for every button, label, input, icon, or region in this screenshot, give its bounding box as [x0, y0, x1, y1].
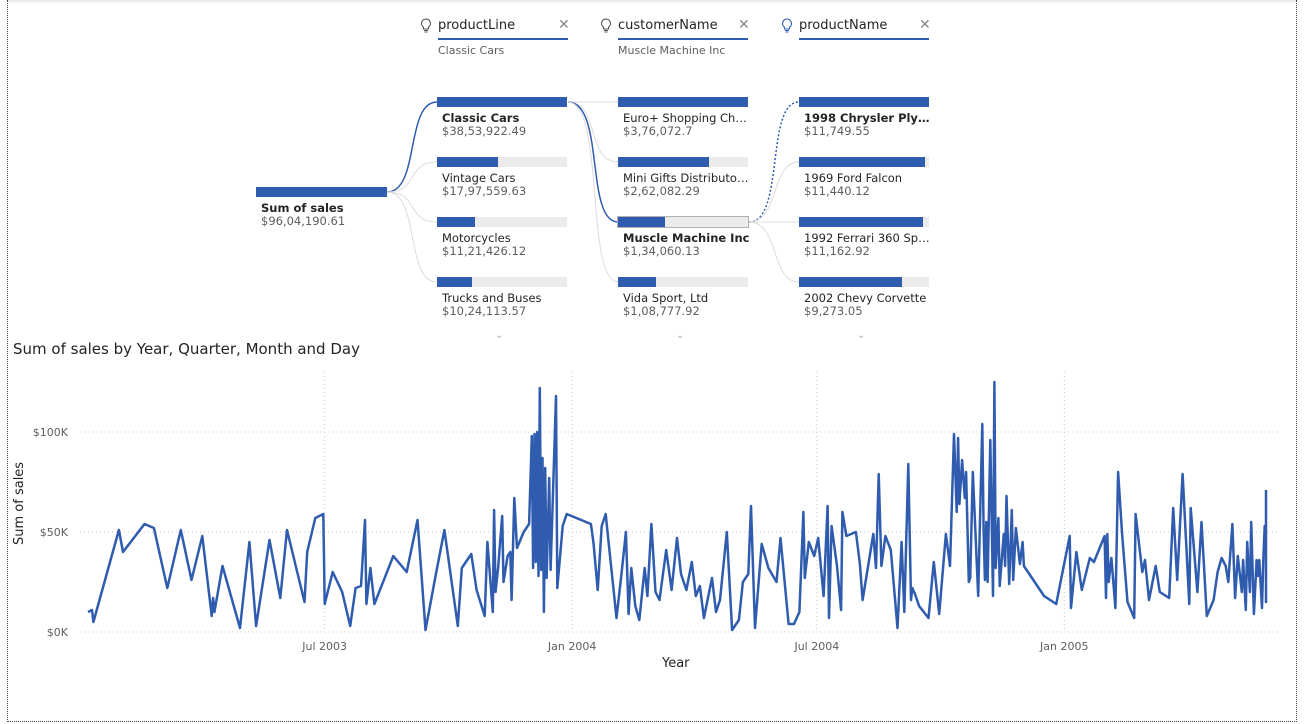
- node-label: 1969 Ford Falcon: [804, 171, 903, 185]
- node-value: $17,97,559.63: [442, 184, 527, 198]
- close-icon[interactable]: ✕: [919, 17, 931, 33]
- level-field-name: productLine: [438, 18, 516, 33]
- node-value: $10,24,113.57: [442, 304, 527, 318]
- close-icon[interactable]: ✕: [558, 17, 570, 33]
- node-bar-track: [437, 97, 567, 107]
- scroll-down-chevron-icon[interactable]: ⌄: [676, 330, 684, 341]
- x-tick-label: Jul 2004: [793, 640, 839, 653]
- node-value: $2,62,082.29: [623, 184, 700, 198]
- node-label: Trucks and Buses: [442, 291, 542, 305]
- node-bar-track: [618, 277, 748, 287]
- line-chart[interactable]: $0K $50K $100K Jul 2003 Jan 2004 Jul 2004 Jan …: [0, 360, 1300, 660]
- node-label: Motorcycles: [442, 231, 511, 245]
- node-label: 1992 Ferrari 360 Spider red: [804, 231, 932, 245]
- chart-title: Sum of sales by Year, Quarter, Month and…: [13, 340, 360, 358]
- node-bar-fill: [618, 277, 656, 287]
- node-value: $9,273.05: [804, 304, 863, 318]
- node-bar-fill: [618, 217, 665, 227]
- node-bar-track: [437, 157, 567, 167]
- node-bar-fill: [618, 157, 709, 167]
- root-bar: [256, 187, 387, 197]
- scroll-down-chevron-icon[interactable]: ⌄: [857, 330, 865, 341]
- node-bar-fill: [437, 217, 475, 227]
- node-bar-track: [799, 277, 929, 287]
- node-value: $1,08,777.92: [623, 304, 700, 318]
- node-value: $11,440.12: [804, 184, 870, 198]
- sales-series-line: [87, 380, 1268, 632]
- level-field-name: customerName: [618, 18, 718, 33]
- level-field-name: productName: [799, 18, 888, 33]
- node-bar-track: [799, 157, 929, 167]
- node-bar-fill: [799, 97, 929, 107]
- node-bar-track: [437, 217, 567, 227]
- lightbulb-icon[interactable]: [781, 18, 795, 36]
- level-underline: [438, 38, 568, 40]
- node-bar-fill: [618, 97, 748, 107]
- y-tick-label: $50K: [40, 526, 69, 539]
- level-underline: [799, 38, 929, 40]
- node-bar-track: [799, 217, 929, 227]
- lightbulb-icon[interactable]: [600, 18, 614, 36]
- x-tick-label: Jan 2005: [1039, 640, 1088, 653]
- node-label: Muscle Machine Inc: [623, 231, 750, 245]
- level-underline: [618, 38, 748, 40]
- root-value: $96,04,190.61: [261, 214, 346, 228]
- node-value: $1,34,060.13: [623, 244, 700, 258]
- node-value: $11,21,426.12: [442, 244, 527, 258]
- lightbulb-icon[interactable]: [420, 18, 434, 36]
- y-tick-label: $0K: [47, 626, 69, 639]
- node-bar-fill: [799, 157, 925, 167]
- node-bar-fill: [437, 97, 567, 107]
- node-bar-fill: [437, 277, 472, 287]
- node-label: Euro+ Shopping Channel: [623, 111, 751, 125]
- root-label: Sum of sales: [261, 201, 344, 215]
- y-tick-label: $100K: [33, 426, 69, 439]
- node-bar-fill: [799, 277, 902, 287]
- node-bar-track: [618, 97, 748, 107]
- node-label: Mini Gifts Distributors Ltd.: [623, 171, 751, 185]
- node-value: $11,749.55: [804, 124, 870, 138]
- node-value: $3,76,072.7: [623, 124, 693, 138]
- node-bar-track: [617, 216, 749, 228]
- x-tick-label: Jul 2003: [301, 640, 347, 653]
- scroll-down-chevron-icon[interactable]: ⌄: [495, 330, 503, 341]
- level-selected-value: Classic Cars: [438, 44, 505, 57]
- node-bar-fill: [437, 157, 498, 167]
- node-bar-track: [618, 157, 748, 167]
- level-selected-value: Muscle Machine Inc: [618, 44, 726, 57]
- node-value: $38,53,922.49: [442, 124, 527, 138]
- node-label: Vida Sport, Ltd: [623, 291, 709, 305]
- node-bar-track: [437, 277, 567, 287]
- node-value: $11,162.92: [804, 244, 870, 258]
- x-tick-label: Jan 2004: [547, 640, 596, 653]
- node-label: 1998 Chrysler Plymouth Prowler: [804, 111, 932, 125]
- node-bar-track: [799, 97, 929, 107]
- node-label: Vintage Cars: [442, 171, 516, 185]
- node-label: Classic Cars: [442, 111, 520, 125]
- close-icon[interactable]: ✕: [738, 17, 750, 33]
- node-label: 2002 Chevy Corvette: [804, 291, 927, 305]
- node-bar-fill: [799, 217, 923, 227]
- decomposition-tree: productLine ✕ Classic Cars customerName …: [0, 0, 1308, 341]
